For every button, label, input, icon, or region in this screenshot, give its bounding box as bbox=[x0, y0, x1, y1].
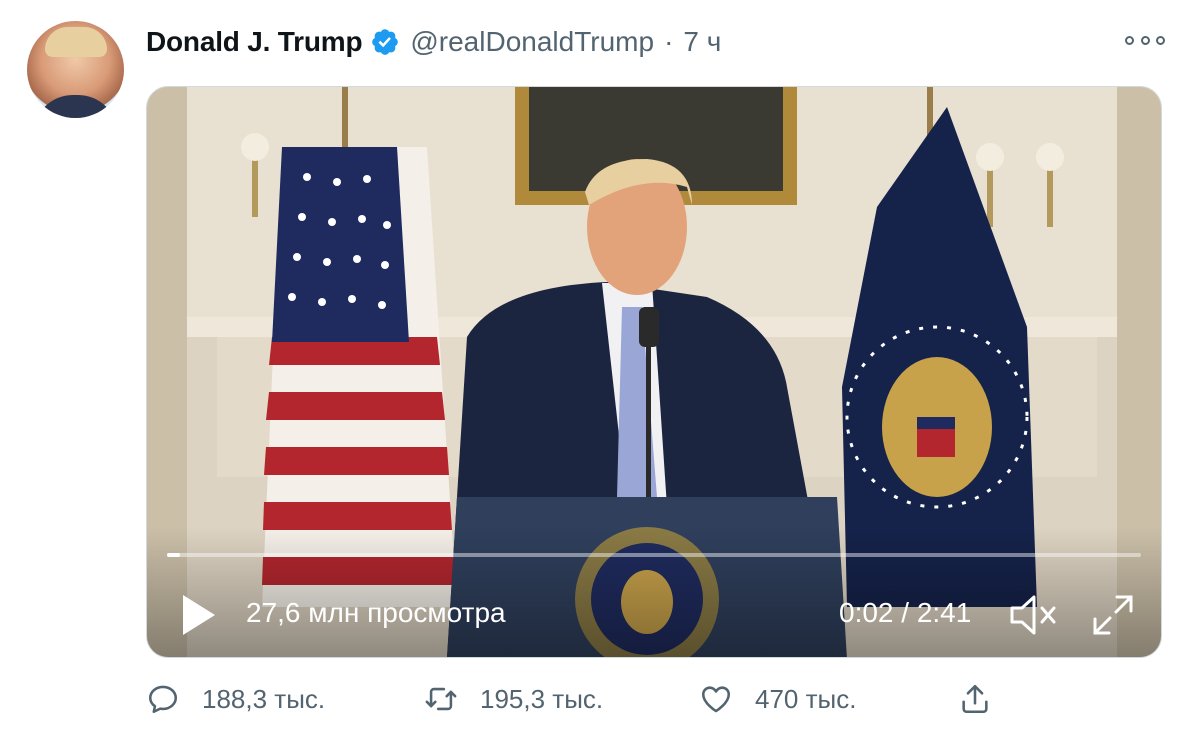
video-player[interactable]: 27,6 млн просмотра 0:02 / 2:41 bbox=[146, 86, 1162, 658]
verified-badge-icon bbox=[370, 27, 400, 57]
expand-icon[interactable] bbox=[1091, 593, 1135, 637]
reply-count: 188,3 тыс. bbox=[202, 683, 326, 714]
tweet-header: Donald J. Trump @realDonaldTrump · 7 ч bbox=[146, 22, 721, 62]
like-count: 470 тыс. bbox=[755, 683, 857, 714]
avatar-hair bbox=[45, 27, 107, 57]
more-dot bbox=[1140, 35, 1150, 45]
tweet-actions: 188,3 тыс. 195,3 тыс. 470 тыс. bbox=[146, 676, 1046, 722]
controls-overlay bbox=[147, 527, 1161, 657]
muted-speaker-icon[interactable] bbox=[1009, 593, 1059, 637]
avatar[interactable] bbox=[27, 21, 124, 118]
avatar-suit bbox=[33, 95, 118, 118]
author-name[interactable]: Donald J. Trump bbox=[146, 26, 363, 58]
share-button[interactable] bbox=[958, 676, 992, 722]
reply-icon bbox=[148, 685, 178, 714]
author-handle[interactable]: @realDonaldTrump bbox=[410, 26, 654, 58]
retweet-button[interactable]: 195,3 тыс. bbox=[424, 676, 603, 722]
video-progress-fill bbox=[167, 553, 180, 557]
like-button[interactable]: 470 тыс. bbox=[699, 676, 856, 722]
header-separator: · bbox=[664, 26, 674, 57]
more-options-icon[interactable] bbox=[1125, 30, 1165, 50]
play-icon[interactable] bbox=[179, 593, 219, 637]
tweet-time[interactable]: 7 ч bbox=[683, 26, 721, 58]
share-icon bbox=[962, 684, 988, 714]
video-timecode: 0:02 / 2:41 bbox=[839, 597, 972, 628]
more-dot bbox=[1156, 35, 1165, 45]
reply-button[interactable]: 188,3 тыс. bbox=[146, 676, 325, 722]
view-count: 27,6 млн просмотра bbox=[246, 597, 506, 628]
more-dot bbox=[1125, 35, 1134, 45]
retweet-icon bbox=[425, 687, 457, 711]
heart-icon bbox=[701, 686, 731, 713]
retweet-count: 195,3 тыс. bbox=[480, 683, 604, 714]
video-progress-bar[interactable] bbox=[167, 553, 1141, 557]
